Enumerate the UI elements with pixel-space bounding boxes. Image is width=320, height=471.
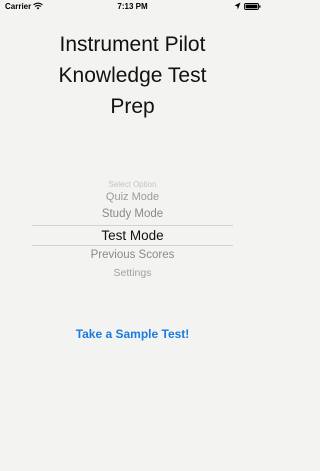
picker-selection-divider-top (32, 225, 233, 226)
app-title: Instrument Pilot Knowledge Test Prep (0, 29, 265, 122)
battery-icon (244, 3, 261, 10)
title-line-3: Prep (110, 95, 155, 118)
picker-header: Select Option (108, 180, 157, 189)
picker-option-quiz-mode[interactable]: Quiz Mode (0, 191, 265, 203)
picker-option-test-mode[interactable]: Test Mode (0, 228, 265, 243)
picker-option-settings[interactable]: Settings (0, 267, 265, 279)
picker-selection-divider-bottom (32, 245, 233, 246)
mode-picker[interactable]: Select Option Quiz Mode Study Mode Test … (0, 178, 265, 283)
location-arrow-icon (234, 2, 241, 10)
status-bar: Carrier 7:13 PM (0, 0, 265, 14)
app-screen: Carrier 7:13 PM Instrument Pilot Knowled… (0, 0, 265, 471)
take-sample-test-button[interactable]: Take a Sample Test! (0, 327, 265, 341)
title-line-2: Knowledge Test (58, 64, 207, 87)
title-line-1: Instrument Pilot (59, 33, 206, 56)
status-time: 7:13 PM (117, 2, 148, 11)
picker-option-previous-scores[interactable]: Previous Scores (0, 249, 265, 261)
picker-option-study-mode[interactable]: Study Mode (0, 208, 265, 220)
